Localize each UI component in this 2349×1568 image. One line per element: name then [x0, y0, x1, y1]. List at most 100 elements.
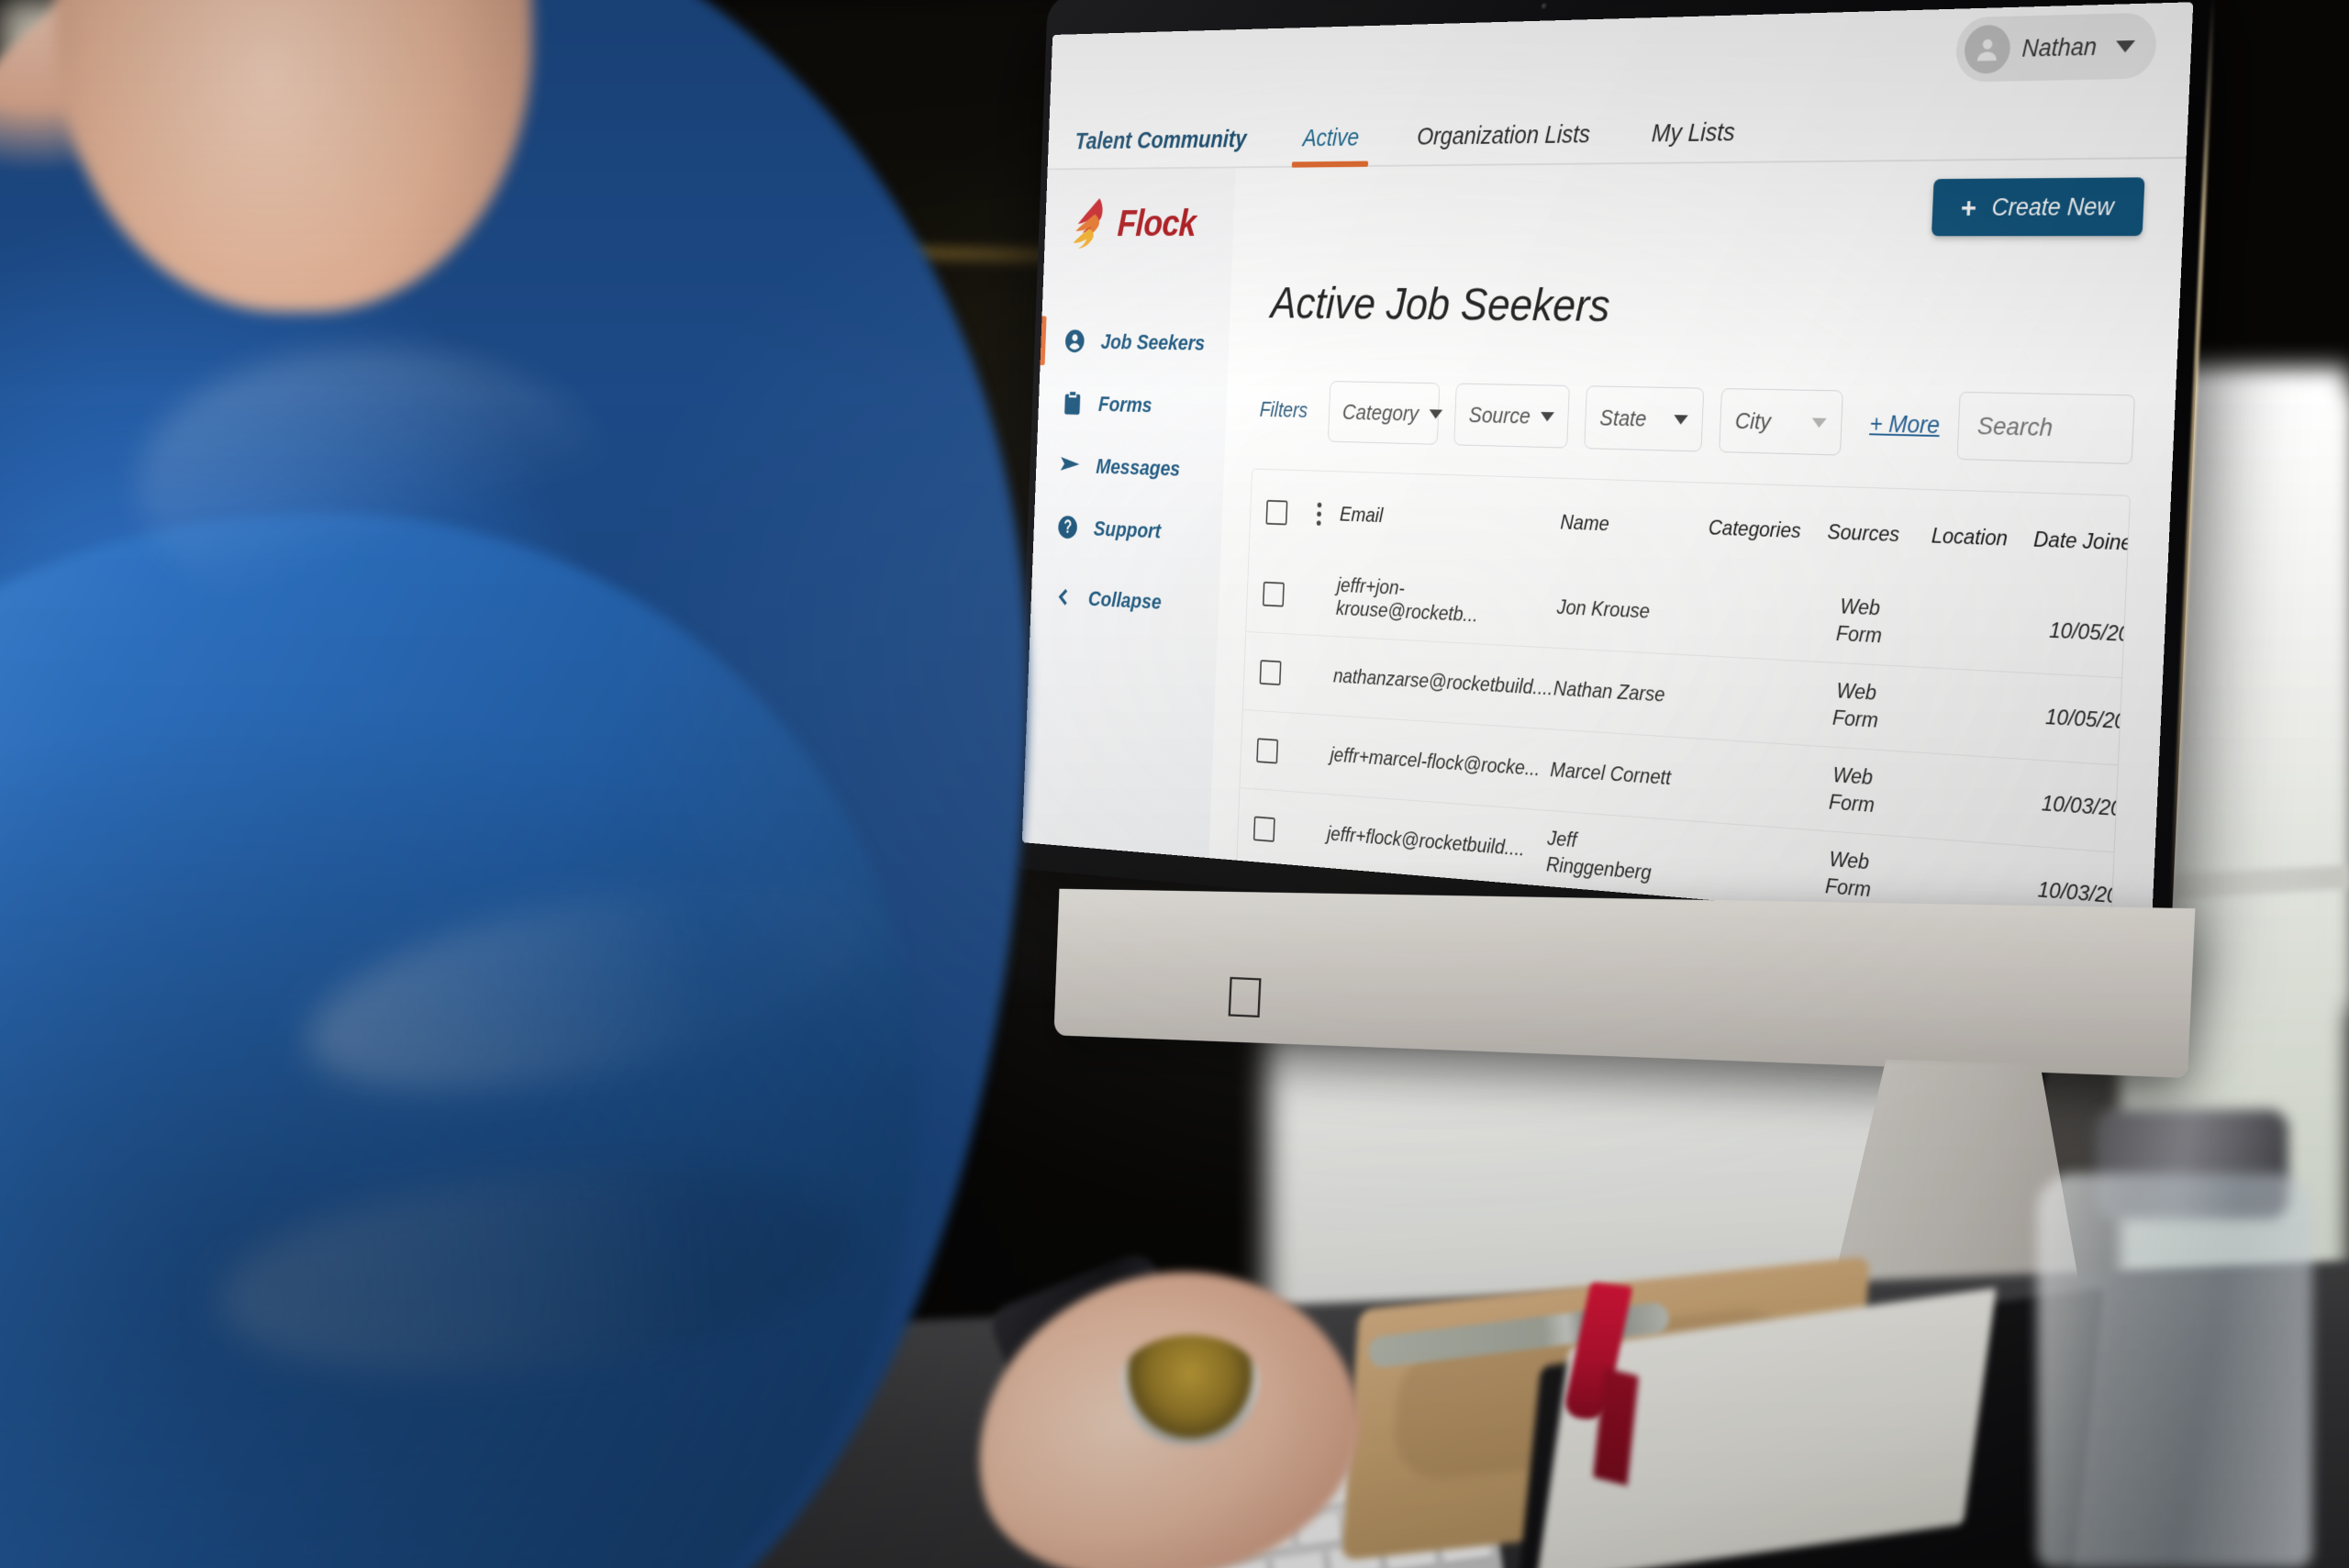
- sidebar-item-support[interactable]: Support: [1033, 495, 1223, 565]
- job-seekers-table: Email Name Categories Sources Location D…: [1236, 468, 2132, 938]
- cell-email: nathanzarse@rocketbuild....: [1332, 664, 1553, 700]
- chevron-down-icon: [1674, 414, 1688, 425]
- chevron-down-icon: [1541, 411, 1555, 422]
- select-all-checkbox[interactable]: [1265, 499, 1288, 526]
- row-select-cell: [1241, 728, 1294, 773]
- cell-sources: Web Form: [1801, 751, 1904, 829]
- row-actions-cell: [1302, 494, 1336, 534]
- row-checkbox[interactable]: [1252, 816, 1275, 842]
- column-header-location[interactable]: Location: [1912, 515, 2027, 562]
- chevron-down-icon: [1811, 417, 1827, 428]
- sidebar: Flock Job Seekers Forms Messages Support…: [1021, 168, 1236, 859]
- brand-logo[interactable]: Flock: [1044, 195, 1234, 250]
- sidebar-item-messages[interactable]: Messages: [1035, 433, 1225, 501]
- sidebar-collapse-button[interactable]: Collapse: [1030, 564, 1220, 636]
- cell-location: [1902, 785, 2015, 811]
- filter-category-dropdown[interactable]: Category: [1327, 381, 1442, 445]
- cell-date-joined: 10/05/2022: [2044, 704, 2132, 736]
- main-content: + Create New Active Job Seekers Filters …: [1208, 158, 2187, 938]
- row-kebab-cell: [1299, 587, 1332, 606]
- cell-date-joined: 10/05/2022: [2048, 617, 2132, 648]
- glass-jar: [2037, 1173, 2312, 1568]
- filter-label: City: [1734, 406, 1772, 435]
- clipboard-icon: [1061, 389, 1085, 417]
- column-header-name[interactable]: Name: [1555, 503, 1698, 549]
- cell-email: jeffr+flock@rocketbuild....: [1326, 822, 1526, 862]
- question-circle-icon: [1056, 513, 1080, 540]
- filters-bar: Filters Category Source State City + Mor…: [1259, 379, 2135, 465]
- user-avatar-icon: [1963, 24, 2011, 74]
- cell-categories: [1692, 605, 1810, 628]
- chevron-left-icon: [1053, 584, 1074, 609]
- cell-sources-value: Web Form: [1831, 678, 1879, 733]
- column-header-sources[interactable]: Sources: [1813, 511, 1915, 557]
- monitor-screen: Nathan Talent Community Active Organizat…: [1021, 2, 2194, 938]
- cell-sources-value: Web Form: [1824, 848, 1872, 902]
- create-new-label: Create New: [1991, 192, 2115, 221]
- cell-email: jeffr+jon-krouse@rocketb...: [1335, 573, 1479, 627]
- filter-state-dropdown[interactable]: State: [1584, 385, 1705, 452]
- column-header-categories[interactable]: Categories: [1695, 507, 1814, 553]
- person-badge-icon: [1063, 328, 1086, 355]
- person-collar-highlight: [138, 349, 615, 624]
- row-select-cell: [1247, 573, 1300, 616]
- cell-sources-value: Web Form: [1828, 762, 1876, 817]
- tab-my-lists[interactable]: My Lists: [1620, 118, 1767, 162]
- column-header-date-joined[interactable]: Date Joined: [2025, 516, 2131, 571]
- filter-city-dropdown[interactable]: City: [1719, 388, 1843, 456]
- sidebar-item-label: Messages: [1095, 453, 1181, 481]
- row-checkbox[interactable]: [1259, 659, 1282, 685]
- tab-talent-community[interactable]: Talent Community: [1070, 126, 1275, 168]
- cell-name-value: Nathan Zarse: [1553, 677, 1666, 707]
- filters-label: Filters: [1259, 397, 1308, 422]
- column-header-email[interactable]: Email: [1335, 495, 1557, 542]
- user-profile-menu[interactable]: Nathan: [1954, 12, 2158, 83]
- filter-label: State: [1598, 404, 1648, 431]
- cell-categories: [1688, 688, 1807, 712]
- apple-logo-icon: : [1222, 965, 1268, 1030]
- chevron-down-icon: [2115, 39, 2136, 52]
- cell-categories: [1682, 853, 1800, 880]
- cell-name: Nathan Zarse: [1548, 667, 1689, 718]
- sidebar-item-label: Support: [1093, 516, 1162, 543]
- cell-name: Marcel Cornett: [1545, 748, 1687, 801]
- cell-location: [1898, 871, 2011, 897]
- cell-location: [1906, 700, 2019, 725]
- flock-flame-bird-icon: [1071, 196, 1111, 250]
- main-toolbar: + Create New: [1261, 159, 2145, 237]
- more-filters-link[interactable]: + More: [1869, 410, 1941, 439]
- sidebar-item-job-seekers[interactable]: Job Seekers: [1040, 310, 1230, 375]
- cell-categories: [1685, 771, 1803, 796]
- cell-location: [1909, 615, 2022, 638]
- search-input[interactable]: [1976, 411, 2115, 444]
- cell-sources-value: Web Form: [1835, 595, 1883, 648]
- search-box[interactable]: [1956, 391, 2135, 465]
- cell-name: Jon Krouse: [1556, 595, 1651, 623]
- row-kebab-cell: [1290, 823, 1323, 842]
- kebab-menu-icon[interactable]: [1316, 502, 1322, 526]
- sidebar-item-forms[interactable]: Forms: [1038, 372, 1228, 439]
- cell-email: jeffr+marcel-flock@rocke...: [1330, 743, 1541, 781]
- row-checkbox[interactable]: [1262, 581, 1285, 607]
- cell-date-joined: 10/03/2022: [2041, 791, 2132, 823]
- page-title: Active Job Seekers: [1270, 278, 1611, 332]
- app-body: Flock Job Seekers Forms Messages Support…: [1021, 158, 2187, 938]
- flock-app-window: Nathan Talent Community Active Organizat…: [1021, 2, 2194, 938]
- cell-sources: Web Form: [1805, 668, 1908, 745]
- brand-name: Flock: [1116, 201, 1197, 244]
- create-new-button[interactable]: + Create New: [1931, 177, 2145, 237]
- profile-name: Nathan: [2021, 32, 2098, 62]
- paper-plane-icon: [1058, 451, 1082, 479]
- tab-organization-lists[interactable]: Organization Lists: [1386, 120, 1621, 164]
- row-select-cell: [1238, 806, 1291, 851]
- row-checkbox[interactable]: [1256, 737, 1279, 764]
- sidebar-item-label: Job Seekers: [1100, 328, 1206, 355]
- filter-source-dropdown[interactable]: Source: [1453, 383, 1570, 449]
- webcam-icon: [1541, 3, 1549, 11]
- tab-active[interactable]: Active: [1274, 124, 1388, 166]
- sidebar-item-label: Forms: [1097, 391, 1152, 417]
- cell-name-value: Marcel Cornett: [1549, 758, 1672, 790]
- cell-sources: Web Form: [1809, 584, 1911, 660]
- cell-name-value: Jeff Ringgenberg: [1545, 827, 1653, 885]
- row-select-cell: [1244, 651, 1297, 695]
